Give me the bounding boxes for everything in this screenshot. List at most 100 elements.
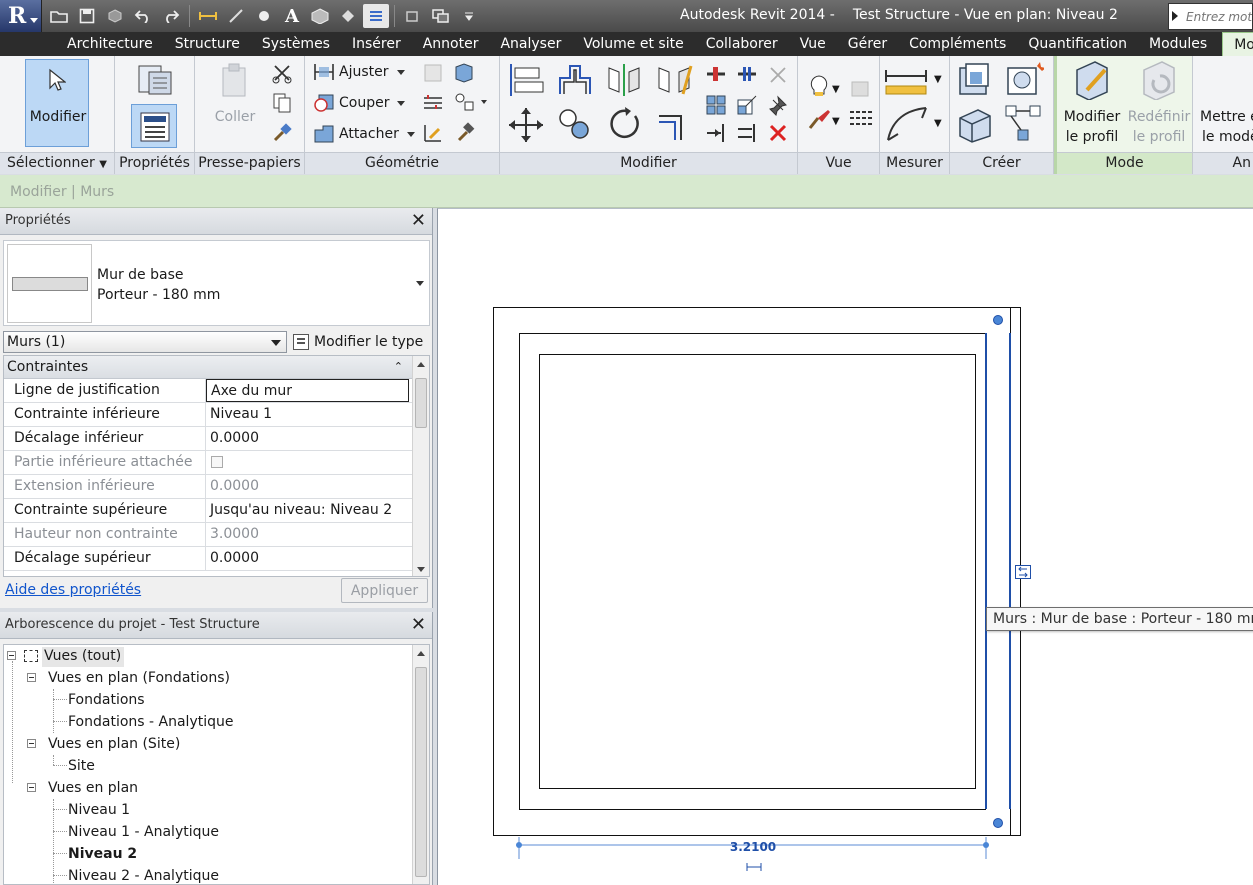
collapse-icon[interactable]: ⌃ [394, 356, 403, 378]
wall-end-grip[interactable] [993, 818, 1003, 828]
scroll-up-icon[interactable] [417, 362, 425, 367]
tree-node-niveau-1-analytique[interactable]: Niveau 1 - Analytique [68, 821, 219, 843]
scroll-down-icon[interactable] [417, 567, 425, 572]
paste-button[interactable]: Coller [205, 60, 265, 146]
match-type-brush-icon[interactable] [271, 122, 293, 144]
adjust-dropdown[interactable]: Ajuster [313, 62, 405, 82]
tab-structure[interactable]: Structure [164, 32, 251, 56]
aligned-dimension-icon[interactable] [223, 4, 249, 28]
make-permanent-dimension-icon[interactable] [746, 863, 762, 871]
trim-extend-multiple-icon[interactable] [736, 122, 758, 144]
tree-node-niveau-2-analytique[interactable]: Niveau 2 - Analytique [68, 865, 219, 884]
tab-architecture[interactable]: Architecture [56, 32, 164, 56]
collapse-toggle-icon[interactable] [27, 739, 36, 748]
tree-node-site[interactable]: Site [68, 755, 95, 777]
thin-lines-icon[interactable] [363, 4, 389, 28]
unpin-icon[interactable] [767, 64, 789, 84]
panel-select-label[interactable]: Sélectionner ▼ [0, 152, 114, 174]
tree-node-floor-plans-foundations[interactable]: Vues en plan (Fondations) [48, 667, 230, 689]
collapse-toggle-icon[interactable] [27, 673, 36, 682]
save-icon[interactable] [74, 4, 100, 28]
property-value[interactable]: 0.0000 [206, 547, 409, 570]
wall-end-grip[interactable] [993, 315, 1003, 325]
info-center-search[interactable] [1168, 3, 1253, 30]
paint-icon[interactable] [422, 62, 444, 84]
scroll-thumb[interactable] [415, 667, 427, 877]
undo-icon[interactable] [130, 4, 156, 28]
type-selector[interactable]: Mur de base Porteur - 180 mm [3, 240, 430, 326]
drawing-area[interactable]: 3.2100 Murs : Mur de base : Porteur - 18… [437, 208, 1253, 885]
hammer-icon[interactable] [453, 122, 475, 144]
collapse-toggle-icon[interactable] [27, 783, 36, 792]
modify-button[interactable]: Modifier [25, 59, 89, 147]
customize-toolbar-icon[interactable] [456, 4, 482, 28]
tab-collaborate[interactable]: Collaborer [695, 32, 789, 56]
chevron-down-icon[interactable]: ▼ [832, 116, 840, 127]
type-properties-icon[interactable] [135, 62, 175, 98]
edit-profile-icon[interactable] [422, 122, 444, 144]
delete-icon[interactable] [767, 122, 789, 144]
tree-node-fondations-analytique[interactable]: Fondations - Analytique [68, 711, 233, 733]
reveal-hidden-icon[interactable] [848, 74, 874, 98]
collapse-toggle-icon[interactable] [7, 651, 16, 660]
properties-help-link[interactable]: Aide des propriétés [5, 582, 141, 598]
scroll-thumb[interactable] [415, 378, 427, 428]
sync-icon[interactable] [102, 4, 128, 28]
reset-profile-button[interactable]: Redéfinir le profil [1125, 58, 1193, 150]
chevron-down-icon[interactable]: ▼ [934, 118, 942, 129]
pin-icon[interactable] [767, 94, 789, 116]
search-input[interactable] [1186, 7, 1252, 27]
close-hidden-windows-icon[interactable] [400, 4, 426, 28]
tree-node-fondations[interactable]: Fondations [68, 689, 145, 711]
tab-insert[interactable]: Insérer [341, 32, 412, 56]
tree-node-views-all[interactable]: Vues (tout) [44, 645, 121, 667]
tab-quantification[interactable]: Quantification [1017, 32, 1138, 56]
tag-icon[interactable] [251, 4, 277, 28]
array-icon[interactable] [705, 94, 727, 116]
dimension-grip[interactable] [516, 842, 522, 848]
rotate-icon[interactable] [605, 106, 643, 144]
create-group-icon[interactable] [956, 106, 994, 144]
close-icon[interactable]: ✕ [411, 210, 426, 231]
tab-systems[interactable]: Systèmes [251, 32, 341, 56]
tab-view[interactable]: Vue [789, 32, 837, 56]
put-model-button[interactable]: Mettre e le modè [1197, 58, 1253, 150]
offset-icon[interactable] [556, 62, 594, 98]
cut-geometry-dropdown[interactable]: Couper [313, 93, 406, 113]
tab-modify-walls[interactable]: Modifi [1222, 32, 1253, 56]
property-value[interactable]: 0.0000 [206, 427, 409, 450]
tree-node-floor-plans[interactable]: Vues en plan [48, 777, 138, 799]
tab-addins[interactable]: Compléments [898, 32, 1017, 56]
align-icon[interactable] [507, 62, 545, 98]
instance-filter-dropdown[interactable]: Murs (1) [3, 331, 287, 353]
split-gap-icon[interactable] [736, 64, 758, 84]
copy-icon[interactable] [271, 92, 293, 114]
close-icon[interactable]: ✕ [411, 614, 426, 635]
3d-view-icon[interactable] [307, 4, 333, 28]
tab-analyze[interactable]: Analyser [489, 32, 572, 56]
apply-button[interactable]: Appliquer [341, 578, 428, 603]
tree-node-floor-plans-site[interactable]: Vues en plan (Site) [48, 733, 180, 755]
line-work-icon[interactable] [848, 106, 874, 132]
open-folder-icon[interactable] [46, 4, 72, 28]
hide-isolate-icon[interactable] [806, 74, 832, 98]
dimension-grip[interactable] [983, 842, 989, 848]
scale-icon[interactable] [736, 94, 758, 116]
measure-between-references-icon[interactable] [884, 64, 934, 98]
measure-icon[interactable] [195, 4, 221, 28]
join-geometry-dropdown[interactable]: Attacher [313, 124, 415, 144]
property-value[interactable]: Niveau 1 [206, 403, 409, 426]
move-icon[interactable] [507, 106, 545, 144]
redo-icon[interactable] [158, 4, 184, 28]
create-assembly-icon[interactable] [956, 60, 994, 98]
create-parts-icon[interactable] [1004, 60, 1044, 98]
cut-scissors-icon[interactable] [271, 62, 293, 84]
tab-modules[interactable]: Modules [1138, 32, 1218, 56]
split-face-icon[interactable] [453, 62, 475, 84]
wall-joins-icon[interactable] [422, 92, 444, 114]
tab-annotate[interactable]: Annoter [412, 32, 490, 56]
split-element-icon[interactable] [705, 64, 727, 84]
aligned-dimension-icon[interactable] [884, 104, 934, 144]
expand-arrow-icon[interactable] [1172, 11, 1178, 21]
scroll-up-icon[interactable] [417, 651, 425, 656]
